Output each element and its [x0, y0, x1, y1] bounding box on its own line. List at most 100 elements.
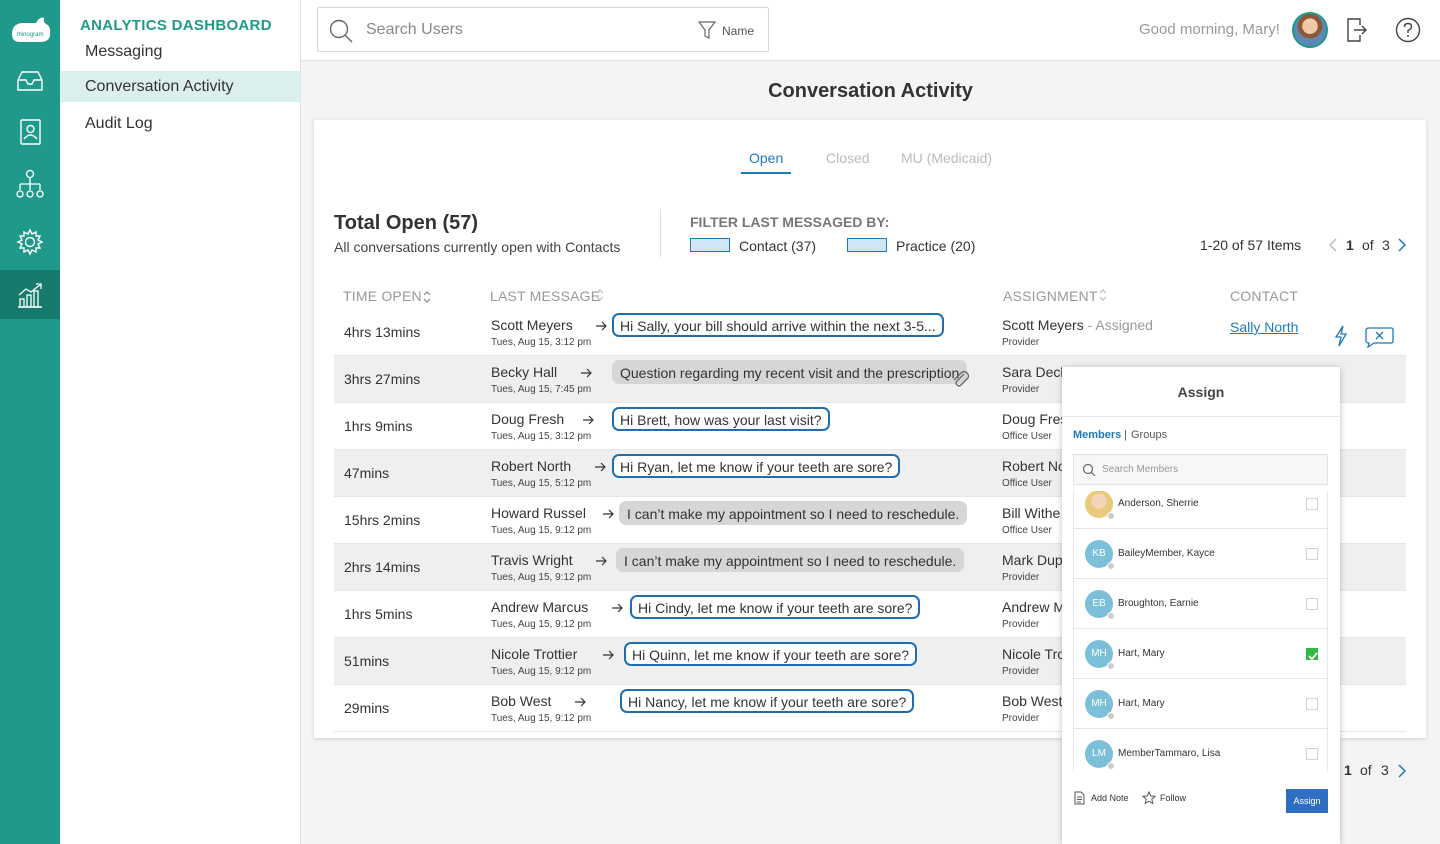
- assignee-role: Provider: [1002, 572, 1040, 583]
- time-open: 3hrs 27mins: [344, 371, 421, 387]
- chevron-right-icon[interactable]: [1397, 238, 1407, 252]
- col-last-message[interactable]: LAST MESSAGE: [490, 288, 600, 304]
- settings-icon[interactable]: [0, 217, 60, 267]
- message-date: Tues, Aug 15, 9:12 pm: [491, 666, 592, 677]
- member-search[interactable]: Search Members: [1073, 454, 1328, 485]
- help-icon[interactable]: [1395, 17, 1421, 43]
- arrow-right-icon: [596, 556, 607, 566]
- assignee: Nicole Tro: [1002, 646, 1065, 662]
- inbox-icon[interactable]: [0, 56, 60, 106]
- assignee-role: Office User: [1002, 525, 1052, 536]
- col-assignment[interactable]: ASSIGNMENT: [1003, 288, 1098, 304]
- member-checkbox[interactable]: [1306, 698, 1318, 710]
- member-avatar: LM: [1085, 740, 1115, 770]
- member-item[interactable]: LM MemberTammaro, Lisa: [1074, 729, 1327, 771]
- tab-divider: |: [1124, 429, 1127, 441]
- member-item[interactable]: MH Hart, Mary: [1074, 679, 1327, 729]
- member-item[interactable]: MH Hart, Mary: [1074, 629, 1327, 679]
- assignee: Bill Withe: [1002, 505, 1060, 521]
- logout-icon[interactable]: [1346, 17, 1368, 43]
- assignee: Andrew M: [1002, 599, 1065, 615]
- member-item[interactable]: Anderson, Sherrie: [1074, 491, 1327, 529]
- member-checkbox[interactable]: [1306, 498, 1318, 510]
- member-checkbox[interactable]: [1306, 548, 1318, 560]
- col-time-open[interactable]: TIME OPEN: [343, 288, 422, 304]
- last-messager: Bob West: [491, 693, 552, 709]
- search-filter-label[interactable]: Name: [722, 24, 754, 38]
- sidebar-item-conversation-activity[interactable]: Conversation Activity: [60, 71, 300, 102]
- user-avatar[interactable]: [1292, 12, 1328, 48]
- time-open: 4hrs 13mins: [344, 324, 421, 340]
- message-date: Tues, Aug 15, 3:12 pm: [491, 431, 592, 442]
- tab-groups[interactable]: Groups: [1131, 429, 1167, 441]
- message-bubble[interactable]: Hi Nancy, let me know if your teeth are …: [620, 689, 915, 713]
- assign-button[interactable]: Assign: [1286, 789, 1328, 813]
- tab-mu-medicaid[interactable]: MU (Medicaid): [901, 150, 992, 166]
- footer-current-page[interactable]: 1: [1344, 762, 1352, 778]
- arrow-right-icon: [612, 603, 623, 613]
- time-open: 47mins: [344, 465, 390, 481]
- items-count: 1-20 of 57 Items: [1200, 237, 1302, 253]
- follow-button[interactable]: Follow: [1160, 793, 1186, 803]
- sidebar-item-audit-log[interactable]: Audit Log: [60, 108, 300, 139]
- add-note-button[interactable]: Add Note: [1091, 793, 1129, 803]
- message-bubble[interactable]: Hi Sally, your bill should arrive within…: [612, 313, 944, 337]
- filter-practice-label[interactable]: Practice (20): [896, 238, 975, 254]
- attachment-icon[interactable]: [951, 368, 969, 388]
- filter-contact-toggle[interactable]: [690, 238, 730, 252]
- chevron-left-icon[interactable]: [1328, 238, 1338, 252]
- member-item[interactable]: EB Broughton, Earnie: [1074, 579, 1327, 629]
- filter-practice-toggle[interactable]: [847, 238, 887, 252]
- tab-members[interactable]: Members: [1073, 429, 1121, 441]
- contacts-icon[interactable]: [0, 107, 60, 157]
- member-item[interactable]: KB BaileyMember, Kayce: [1074, 529, 1327, 579]
- note-icon[interactable]: [1074, 791, 1085, 805]
- member-checkbox[interactable]: [1306, 648, 1318, 661]
- message-date: Tues, Aug 15, 5:12 pm: [491, 478, 592, 489]
- member-name: Anderson, Sherrie: [1118, 498, 1199, 509]
- assignee-role: Provider: [1002, 337, 1040, 348]
- contact-link[interactable]: Sally North: [1230, 319, 1298, 335]
- message-date: Tues, Aug 15, 3:12 pm: [491, 337, 592, 348]
- member-avatar: KB: [1085, 540, 1115, 570]
- arrow-right-icon: [575, 697, 586, 707]
- message-bubble[interactable]: Hi Ryan, let me know if your teeth are s…: [612, 454, 901, 478]
- presence-dot: [1107, 512, 1115, 520]
- footer-chevron-right-icon[interactable]: [1397, 764, 1407, 778]
- member-name: BaileyMember, Kayce: [1118, 548, 1215, 559]
- sort-icon[interactable]: [596, 288, 604, 302]
- message-bubble[interactable]: Hi Brett, how was your last visit?: [612, 407, 830, 431]
- close-conversation-icon[interactable]: [1364, 326, 1394, 348]
- search-input[interactable]: Search Users: [366, 21, 463, 39]
- filter-icon[interactable]: [698, 20, 716, 40]
- message-date: Tues, Aug 15, 9:12 pm: [491, 713, 592, 724]
- message-date: Tues, Aug 15, 9:12 pm: [491, 525, 592, 536]
- assignee-name: Bill Withe: [1002, 505, 1061, 521]
- message-date: Tues, Aug 15, 7:45 pm: [491, 384, 592, 395]
- member-checkbox[interactable]: [1306, 748, 1318, 760]
- message-bubble[interactable]: Hi Cindy, let me know if your teeth are …: [630, 595, 921, 619]
- assignee-role: Provider: [1002, 713, 1040, 724]
- sidebar-item-messaging[interactable]: Messaging: [60, 36, 300, 67]
- message-bubble[interactable]: Question regarding my recent visit and t…: [612, 360, 968, 384]
- member-search-input[interactable]: Search Members: [1102, 464, 1178, 475]
- message-bubble[interactable]: I can’t make my appointment so I need to…: [619, 501, 968, 525]
- message-bubble[interactable]: Hi Quinn, let me know if your teeth are …: [624, 642, 918, 666]
- rhinogram-logo[interactable]: rhinogram: [6, 12, 54, 48]
- lightning-icon[interactable]: [1334, 325, 1348, 347]
- assignee-name: Nicole Tro: [1002, 646, 1066, 662]
- sort-icon[interactable]: [423, 290, 431, 304]
- table-row[interactable]: 4hrs 13mins Scott Meyers Tues, Aug 15, 3:1…: [334, 309, 1406, 356]
- time-open: 29mins: [344, 700, 390, 716]
- star-icon[interactable]: [1142, 791, 1156, 805]
- org-chart-icon[interactable]: [0, 160, 60, 210]
- sort-icon[interactable]: [1099, 288, 1107, 302]
- message-bubble[interactable]: I can’t make my appointment so I need to…: [616, 548, 965, 572]
- tab-open[interactable]: Open: [741, 150, 792, 174]
- member-checkbox[interactable]: [1306, 598, 1318, 610]
- tab-closed[interactable]: Closed: [826, 150, 870, 166]
- filter-contact-label[interactable]: Contact (37): [739, 238, 816, 254]
- analytics-icon[interactable]: [0, 270, 60, 319]
- search-box[interactable]: Search Users Name: [317, 7, 769, 52]
- current-page[interactable]: 1: [1346, 237, 1354, 253]
